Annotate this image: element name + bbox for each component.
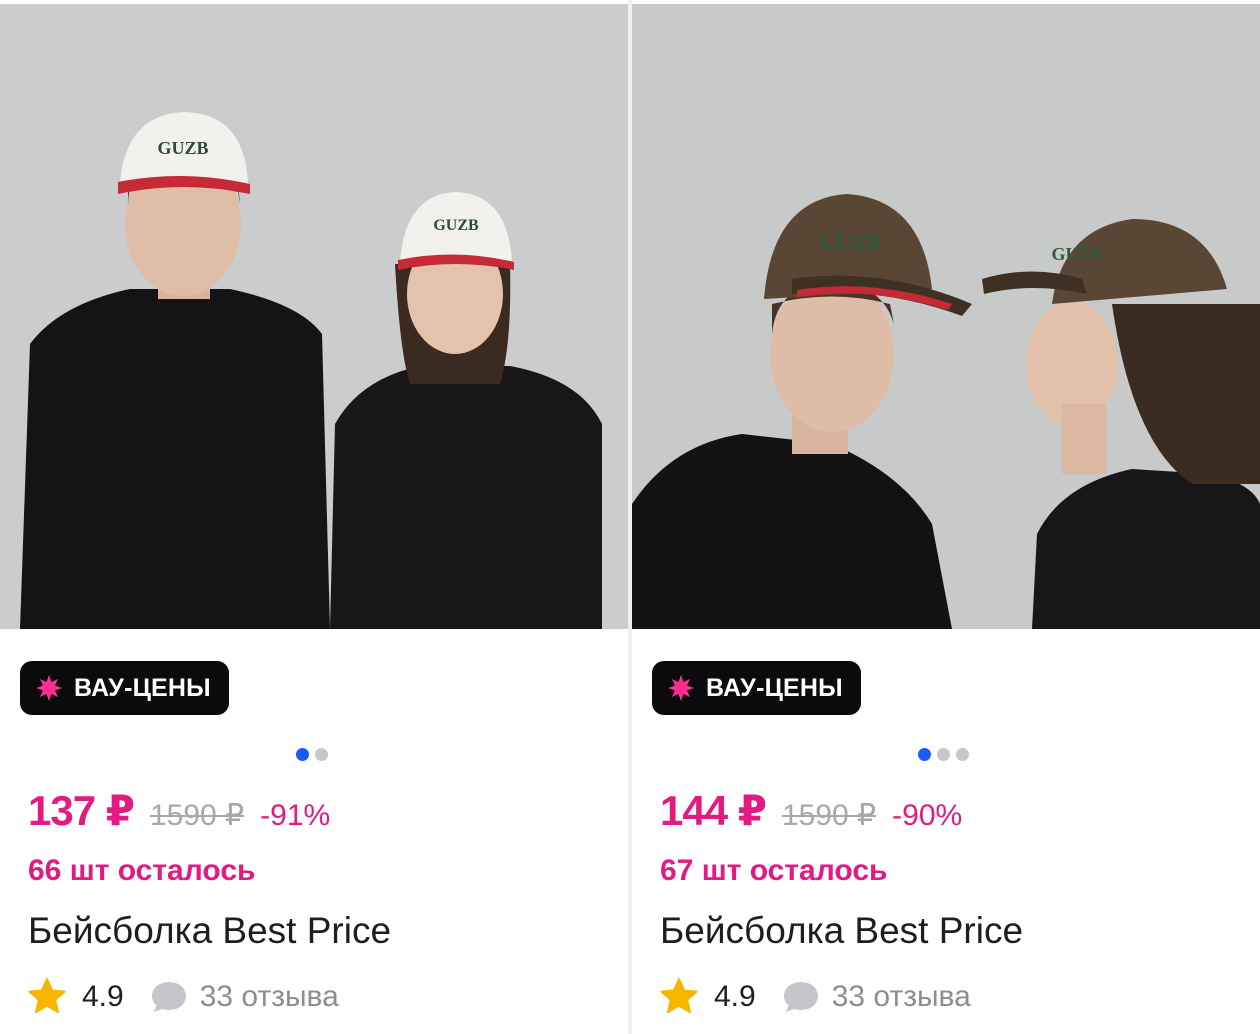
star-icon [28, 978, 66, 1014]
product-title[interactable]: Бейсболка Best Price [28, 910, 391, 952]
product-card[interactable]: GUZB GUZB ВАУ-ЦЕНЫ 144 ₽ 1590 ₽ -90% 67 … [632, 0, 1260, 1034]
discount-percent: -91% [260, 799, 331, 832]
image-carousel-indicator[interactable] [296, 748, 328, 762]
price-row: 144 ₽ 1590 ₽ -90% [660, 786, 962, 836]
product-title[interactable]: Бейсболка Best Price [660, 910, 1023, 952]
reviews-count[interactable]: 33 отзыва [832, 980, 971, 1014]
rating-value: 4.9 [82, 980, 124, 1013]
carousel-dot[interactable] [918, 748, 931, 761]
image-carousel-indicator[interactable] [918, 748, 969, 762]
product-card[interactable]: GUZB GUZB ВАУ-ЦЕНЫ 137 ₽ 1590 ₽ -91% 66 … [0, 0, 628, 1034]
cap-logo-text: GUZB [157, 138, 208, 158]
stock-remaining: 67 шт осталось [660, 854, 888, 887]
carousel-dot[interactable] [937, 748, 950, 761]
cap-logo-text: GUZB [819, 229, 882, 254]
carousel-dot[interactable] [296, 748, 309, 761]
sparkle-icon [36, 675, 62, 701]
product-image: GUZB GUZB [0, 4, 628, 629]
rating-value: 4.9 [714, 980, 756, 1013]
cap-logo-text: GUZB [1051, 244, 1102, 264]
rating-row: 4.9 33 отзыва [658, 974, 971, 1020]
promo-badge-label: ВАУ-ЦЕНЫ [74, 673, 211, 702]
rating-row: 4.9 33 отзыва [26, 974, 339, 1020]
current-price: 144 ₽ [660, 787, 767, 834]
product-grid: GUZB GUZB ВАУ-ЦЕНЫ 137 ₽ 1590 ₽ -91% 66 … [0, 0, 1260, 1034]
price-row: 137 ₽ 1590 ₽ -91% [28, 786, 330, 836]
carousel-dot[interactable] [956, 748, 969, 761]
product-photo[interactable]: GUZB GUZB [632, 4, 1260, 629]
promo-badge: ВАУ-ЦЕНЫ [652, 661, 861, 715]
promo-badge: ВАУ-ЦЕНЫ [20, 661, 229, 715]
product-image: GUZB GUZB [632, 4, 1260, 629]
cap-logo-text: GUZB [433, 217, 479, 234]
star-icon [660, 978, 698, 1014]
carousel-dot[interactable] [315, 748, 328, 761]
stock-remaining: 66 шт осталось [28, 854, 256, 887]
current-price: 137 ₽ [28, 787, 135, 834]
comment-icon [151, 982, 186, 1012]
discount-percent: -90% [892, 799, 963, 832]
reviews-count[interactable]: 33 отзыва [200, 980, 339, 1014]
old-price: 1590 ₽ [781, 799, 877, 832]
old-price: 1590 ₽ [149, 799, 245, 832]
comment-icon [783, 982, 818, 1012]
product-photo[interactable]: GUZB GUZB [0, 4, 628, 629]
promo-badge-label: ВАУ-ЦЕНЫ [706, 673, 843, 702]
sparkle-icon [668, 675, 694, 701]
